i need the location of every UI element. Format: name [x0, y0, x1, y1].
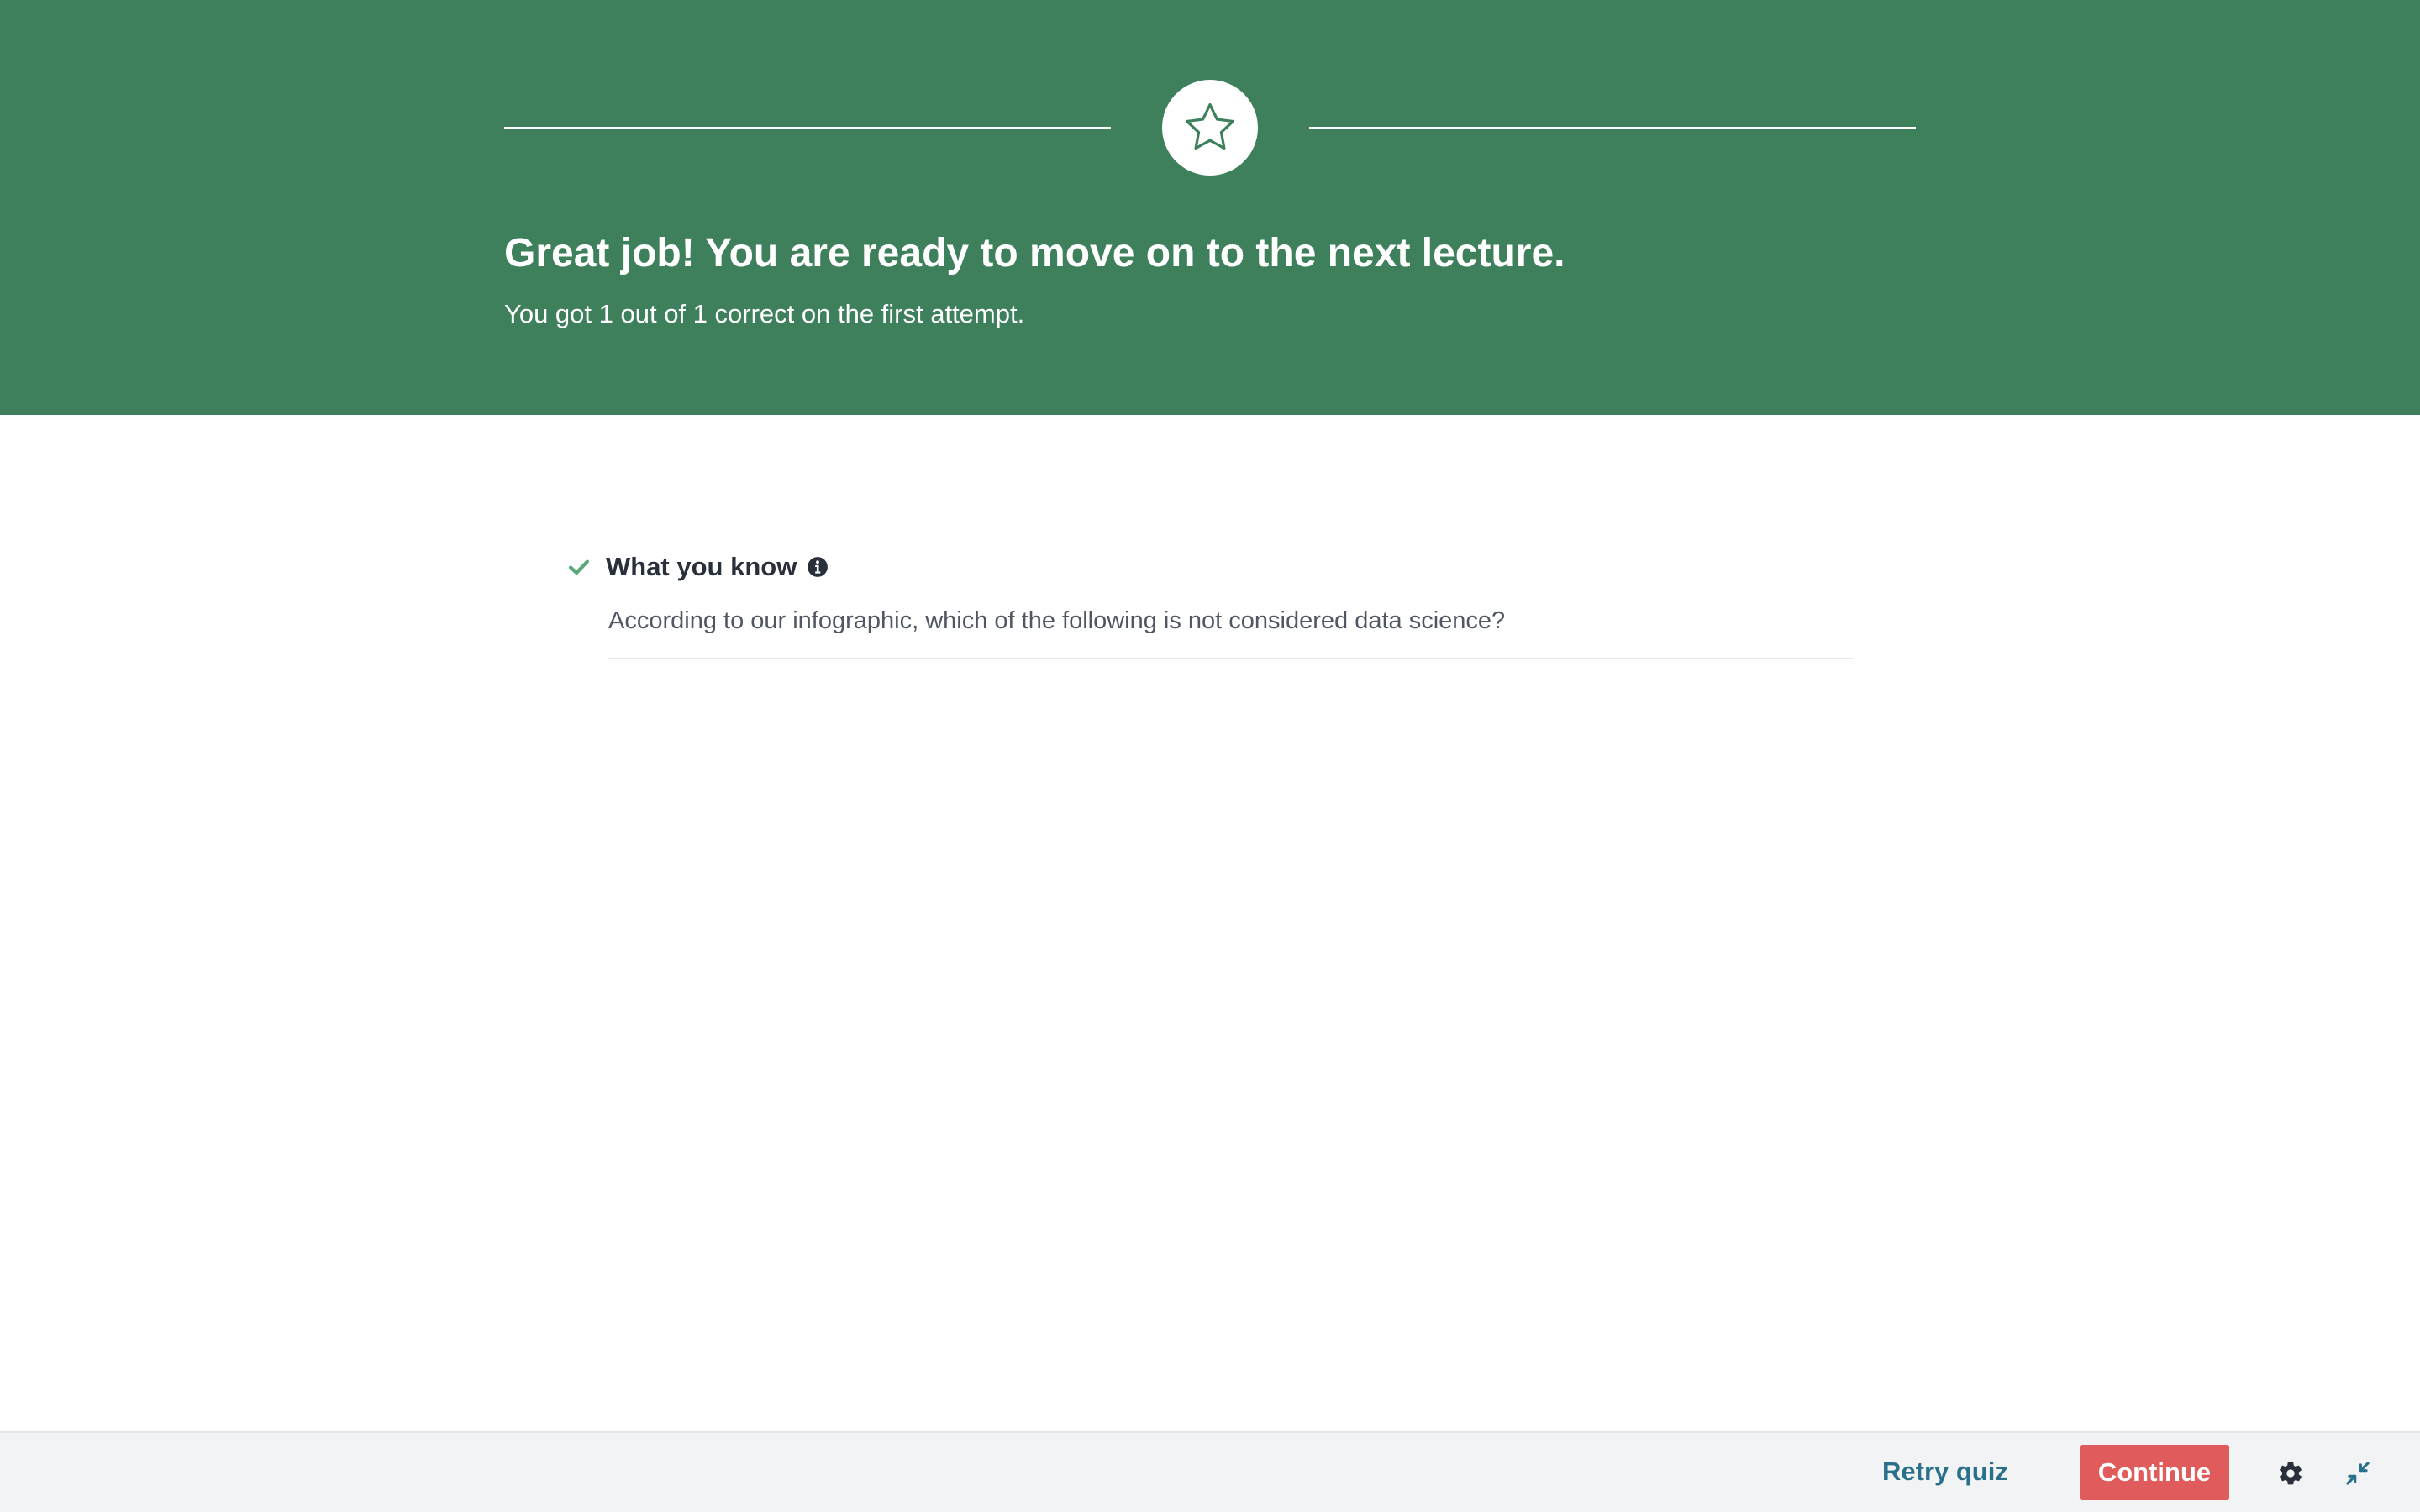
what-you-know-title: What you know [606, 552, 797, 581]
what-you-know-header: What you know [567, 542, 1853, 592]
what-you-know-section: What you know According to our infograph… [567, 542, 1853, 659]
result-banner: Great job! You are ready to move on to t… [0, 0, 2420, 415]
result-title: Great job! You are ready to move on to t… [504, 231, 1565, 276]
collapse-icon[interactable] [2341, 1457, 2375, 1490]
retry-quiz-link[interactable]: Retry quiz [1882, 1453, 2008, 1490]
info-icon[interactable] [807, 556, 829, 578]
banner-divider-left [504, 127, 1111, 129]
banner-divider-right [1309, 127, 1916, 129]
question-item: According to our infographic, which of t… [608, 602, 1853, 659]
result-score-summary: You got 1 out of 1 correct on the first … [504, 299, 1025, 328]
star-icon [1181, 98, 1239, 157]
continue-button[interactable]: Continue [2080, 1445, 2229, 1500]
quiz-result-page: Great job! You are ready to move on to t… [0, 0, 2420, 1512]
gear-icon[interactable] [2274, 1457, 2307, 1490]
star-badge [1162, 80, 1258, 176]
quiz-footer-bar: Retry quiz Continue [0, 1431, 2420, 1512]
check-icon [567, 555, 591, 579]
